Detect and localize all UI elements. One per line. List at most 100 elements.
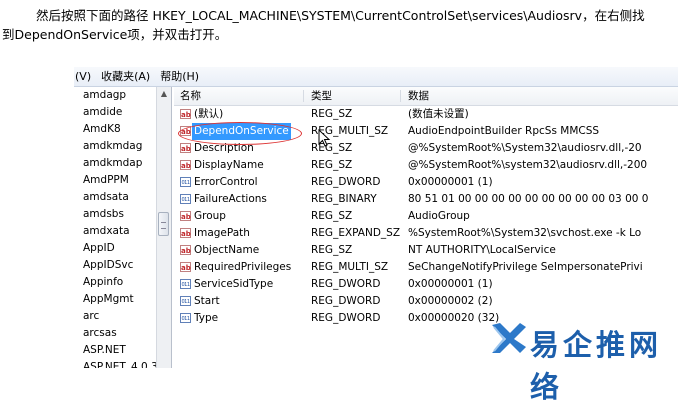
value-type: REG_EXPAND_SZ: [311, 227, 401, 239]
binary-value-icon: 011: [180, 177, 191, 187]
scrollbar-thumb[interactable]: [158, 212, 169, 236]
value-type: REG_DWORD: [311, 312, 381, 324]
scroll-up-icon[interactable]: ▲: [157, 87, 171, 101]
value-type: REG_DWORD: [311, 176, 381, 188]
value-data: (数值未设置): [408, 108, 469, 120]
tree-item-label: amdxata: [83, 225, 130, 237]
value-type: REG_SZ: [311, 159, 353, 171]
tree-item-label: amdagp: [83, 89, 127, 101]
tree-item-label: AppMgmt: [83, 293, 134, 305]
value-type: REG_DWORD: [311, 278, 381, 290]
value-type: REG_DWORD: [311, 295, 381, 307]
value-data: AudioGroup: [408, 210, 470, 222]
value-data: @%SystemRoot%\System32\audiosrv.dll,-20: [408, 142, 642, 154]
tree-scrollbar[interactable]: ▲: [156, 87, 172, 368]
tree-item[interactable]: arcsas: [74, 325, 156, 342]
string-value-icon: ab: [180, 245, 191, 255]
value-data: 0x00000001 (1): [408, 176, 493, 188]
value-name: FailureActions: [194, 193, 267, 205]
string-value-icon: ab: [180, 143, 191, 153]
watermark-logo: 易企推网络: [488, 317, 674, 404]
menu-help[interactable]: 帮助(H): [155, 67, 204, 86]
column-name[interactable]: 名称: [180, 87, 201, 105]
value-row[interactable]: 011 FailureActions REG_BINARY 80 51 01 00 0…: [174, 191, 678, 208]
tree-item-label: ASP.NET_4.0.30: [83, 361, 156, 368]
string-value-icon: ab: [180, 228, 191, 238]
tree-item-label: arcsas: [83, 327, 117, 339]
menu-view[interactable]: (V): [74, 67, 96, 86]
tree-item-label: Appinfo: [83, 276, 124, 288]
value-data: NT AUTHORITY\LocalService: [408, 244, 556, 256]
tree-item[interactable]: amdkmdap: [74, 155, 156, 172]
value-name: (默认): [194, 108, 224, 120]
value-type: REG_SZ: [311, 244, 353, 256]
value-row[interactable]: ab Group REG_SZ AudioGroup: [174, 208, 678, 225]
value-name: DisplayName: [194, 159, 264, 171]
binary-value-icon: 011: [180, 194, 191, 204]
values-list-header: 名称 类型 数据: [174, 87, 678, 106]
value-name: ImagePath: [194, 227, 250, 239]
value-data: 80 51 01 00 00 00 00 00 00 00 00 00 03 0…: [408, 193, 649, 205]
value-row[interactable]: ab ImagePath REG_EXPAND_SZ %SystemRoot%\Sys…: [174, 225, 678, 242]
instruction-line-2: 到DependOnService项，并双击打开。: [2, 27, 228, 42]
tree-item[interactable]: ASP.NET_4.0.30: [74, 359, 156, 368]
value-type: REG_SZ: [311, 108, 353, 120]
value-type: REG_BINARY: [311, 193, 377, 205]
tree-item[interactable]: AppMgmt: [74, 291, 156, 308]
binary-value-icon: 011: [180, 313, 191, 323]
value-data: %SystemRoot%\System32\svchost.exe -k Lo: [408, 227, 642, 239]
string-value-icon: ab: [180, 109, 191, 119]
tree-item-label: AmdK8: [83, 123, 121, 135]
tree-item[interactable]: amdkmdag: [74, 138, 156, 155]
tree-item-label: amdsbs: [83, 208, 124, 220]
tree-item[interactable]: AmdPPM: [74, 172, 156, 189]
column-divider[interactable]: [400, 90, 401, 102]
tree-item[interactable]: AppIDSvc: [74, 257, 156, 274]
tree-item[interactable]: AppID: [74, 240, 156, 257]
value-name: Start: [194, 295, 220, 307]
column-divider[interactable]: [303, 90, 304, 102]
tree-item[interactable]: amdsbs: [74, 206, 156, 223]
value-name: RequiredPrivileges: [194, 261, 292, 273]
tree-item[interactable]: arc: [74, 308, 156, 325]
tree-item[interactable]: amdsata: [74, 189, 156, 206]
value-row[interactable]: 011 Start REG_DWORD 0x00000002 (2): [174, 293, 678, 310]
column-type[interactable]: 类型: [311, 87, 332, 105]
tree-item-label: amdkmdag: [83, 140, 143, 152]
instruction-line-1: 然后按照下面的路径 HKEY_LOCAL_MACHINE\SYSTEM\Curr…: [36, 8, 645, 23]
string-value-icon: ab: [180, 211, 191, 221]
value-row[interactable]: 011 ErrorControl REG_DWORD 0x00000001 (1): [174, 174, 678, 191]
menu-bar: (V) 收藏夹(A) 帮助(H): [74, 67, 678, 87]
value-name: Group: [194, 210, 226, 222]
tree-item-label: AppID: [83, 242, 115, 254]
tree-item[interactable]: amdagp: [74, 87, 156, 104]
tree-item-label: AmdPPM: [83, 174, 129, 186]
menu-favorites[interactable]: 收藏夹(A): [96, 67, 155, 86]
binary-value-icon: 011: [180, 279, 191, 289]
key-tree: amdagp amdide AmdK8 amdkmdag amdkmdap AmdPPM a…: [74, 87, 156, 368]
value-row[interactable]: 011 ServiceSidType REG_DWORD 0x00000001 (1): [174, 276, 678, 293]
tree-item[interactable]: Appinfo: [74, 274, 156, 291]
tree-item[interactable]: AmdK8: [74, 121, 156, 138]
value-row[interactable]: ab ObjectName REG_SZ NT AUTHORITY\LocalServ…: [174, 242, 678, 259]
tree-item-label: AppIDSvc: [83, 259, 134, 271]
value-row[interactable]: ab RequiredPrivileges REG_MULTI_SZ SeChange…: [174, 259, 678, 276]
value-name: ErrorControl: [194, 176, 258, 188]
column-data[interactable]: 数据: [408, 87, 429, 105]
logo-icon: [492, 323, 526, 353]
tree-item[interactable]: ASP.NET: [74, 342, 156, 359]
value-data: SeChangeNotifyPrivilege SeImpersonatePri…: [408, 261, 643, 273]
tree-item[interactable]: amdxata: [74, 223, 156, 240]
value-data: @%SystemRoot%\system32\audiosrv.dll,-200: [408, 159, 648, 171]
value-row[interactable]: ab (默认) REG_SZ (数值未设置): [174, 106, 678, 123]
value-type: REG_MULTI_SZ: [311, 261, 389, 273]
value-row[interactable]: ab DisplayName REG_SZ @%SystemRoot%\system3…: [174, 157, 678, 174]
value-name: ServiceSidType: [194, 278, 274, 290]
tree-item-label: amdsata: [83, 191, 129, 203]
tree-item[interactable]: amdide: [74, 104, 156, 121]
mouse-cursor-icon: [318, 128, 331, 147]
value-data: AudioEndpointBuilder RpcSs MMCSS: [408, 125, 600, 137]
value-type: REG_SZ: [311, 210, 353, 222]
value-data: 0x00000001 (1): [408, 278, 493, 290]
string-value-icon: ab: [180, 262, 191, 272]
